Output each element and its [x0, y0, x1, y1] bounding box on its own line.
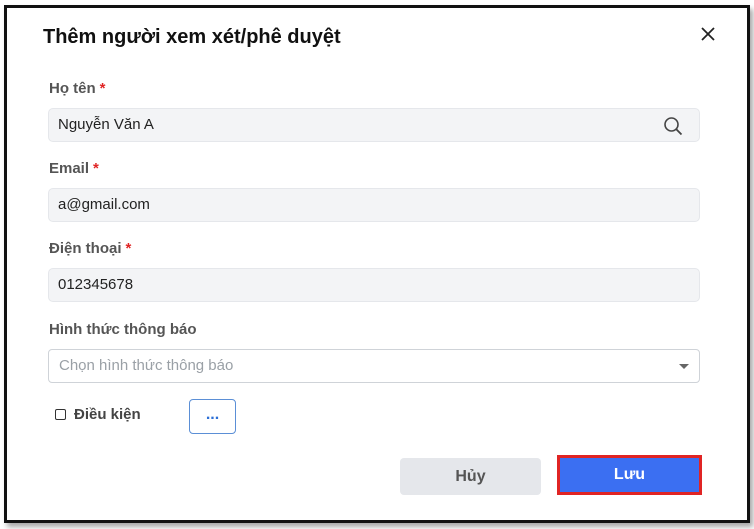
notification-label: Hình thức thông báo	[49, 321, 197, 338]
condition-checkbox[interactable]	[55, 409, 66, 420]
full-name-input[interactable]: Nguyễn Văn A	[48, 108, 700, 142]
email-label: Email *	[49, 160, 99, 177]
email-value: a@gmail.com	[58, 196, 150, 213]
email-label-text: Email	[49, 160, 90, 177]
phone-label-text: Điện thoại	[49, 240, 122, 257]
required-mark: *	[125, 240, 132, 257]
close-icon[interactable]	[697, 23, 719, 45]
search-icon[interactable]	[663, 116, 683, 136]
condition-more-button[interactable]: ...	[189, 399, 236, 434]
full-name-value: Nguyễn Văn A	[58, 116, 154, 133]
required-mark: *	[93, 160, 99, 177]
phone-value: 012345678	[58, 276, 134, 293]
full-name-label-text: Họ tên	[49, 80, 96, 97]
phone-label: Điện thoại *	[49, 240, 131, 257]
dialog-title: Thêm người xem xét/phê duyệt	[43, 26, 341, 48]
notification-placeholder: Chọn hình thức thông báo	[59, 357, 234, 374]
condition-label[interactable]: Điều kiện	[74, 406, 141, 423]
save-button[interactable]: Lưu	[557, 455, 702, 495]
cancel-button[interactable]: Hủy	[400, 458, 541, 495]
phone-field[interactable]: 012345678	[48, 268, 700, 302]
dialog: Thêm người xem xét/phê duyệt Họ tên * Ngu…	[4, 5, 750, 523]
notification-select[interactable]: Chọn hình thức thông báo	[48, 349, 700, 383]
email-field[interactable]: a@gmail.com	[48, 188, 700, 222]
required-mark: *	[99, 80, 106, 97]
chevron-down-icon[interactable]	[679, 364, 689, 369]
full-name-label: Họ tên *	[49, 80, 106, 97]
